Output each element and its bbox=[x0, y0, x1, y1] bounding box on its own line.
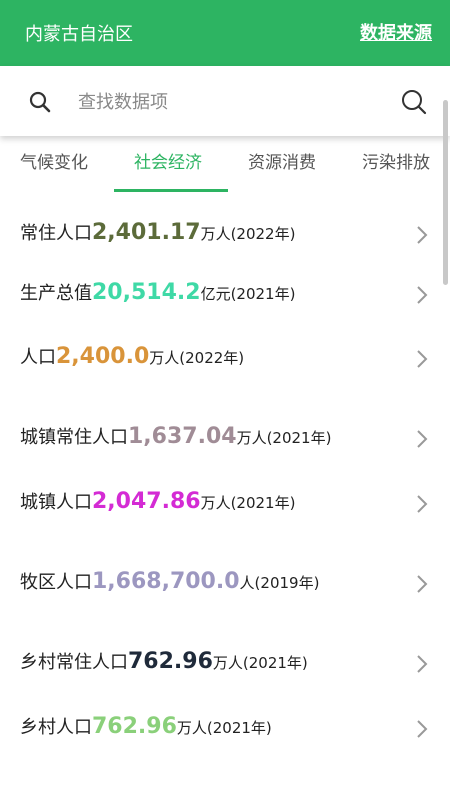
tab-pollution-emission[interactable]: 污染排放 bbox=[362, 148, 430, 173]
search-submit-icon[interactable] bbox=[400, 88, 428, 120]
search-icon bbox=[28, 90, 52, 118]
tab-resource-consumption[interactable]: 资源消费 bbox=[248, 148, 316, 173]
item-label: 人口 bbox=[20, 347, 56, 368]
data-source-link[interactable]: 数据来源 bbox=[360, 19, 432, 45]
item-value: 20,514.2 bbox=[92, 280, 201, 305]
search-bar bbox=[0, 66, 450, 136]
region-title: 内蒙古自治区 bbox=[25, 24, 133, 45]
list-item[interactable]: 乡村人口762.96万人(2021年) bbox=[20, 709, 440, 749]
item-label: 乡村常住人口 bbox=[20, 652, 128, 673]
list-item[interactable]: 乡村常住人口762.96万人(2021年) bbox=[20, 644, 440, 684]
active-tab-indicator bbox=[114, 189, 228, 192]
list-item[interactable]: 常住人口2,401.17万人(2022年) bbox=[20, 215, 440, 255]
item-label: 城镇人口 bbox=[20, 492, 92, 513]
item-value: 2,047.86 bbox=[92, 489, 201, 514]
item-value: 2,401.17 bbox=[92, 220, 201, 245]
list-item[interactable]: 牧区人口1,668,700.0人(2019年) bbox=[20, 564, 440, 604]
category-tabs: 气候变化 社会经济 资源消费 污染排放 bbox=[0, 138, 450, 194]
item-value: 1,668,700.0 bbox=[92, 569, 240, 594]
item-value: 762.96 bbox=[128, 649, 213, 674]
item-value: 762.96 bbox=[92, 714, 177, 739]
search-input[interactable] bbox=[76, 86, 380, 118]
chevron-right-icon bbox=[416, 225, 428, 249]
chevron-right-icon bbox=[416, 285, 428, 309]
item-unit: 万人(2021年) bbox=[200, 494, 296, 512]
item-unit: 万人(2021年) bbox=[176, 719, 272, 737]
item-unit: 万人(2022年) bbox=[149, 349, 245, 367]
app-header: 内蒙古自治区 数据来源 bbox=[0, 0, 450, 66]
item-unit: 万人(2021年) bbox=[212, 654, 308, 672]
list-item[interactable]: 人口2,400.0万人(2022年) bbox=[20, 339, 440, 379]
chevron-right-icon bbox=[416, 654, 428, 678]
item-label: 牧区人口 bbox=[20, 572, 92, 593]
item-unit: 人(2019年) bbox=[239, 574, 320, 592]
tab-climate-change[interactable]: 气候变化 bbox=[20, 148, 88, 173]
item-unit: 亿元(2021年) bbox=[200, 285, 296, 303]
item-label: 乡村人口 bbox=[20, 717, 92, 738]
item-label: 常住人口 bbox=[20, 223, 92, 244]
list-item[interactable]: 城镇常住人口1,637.04万人(2021年) bbox=[20, 419, 440, 459]
item-label: 生产总值 bbox=[20, 283, 92, 304]
item-label: 城镇常住人口 bbox=[20, 427, 128, 448]
item-unit: 万人(2022年) bbox=[200, 225, 296, 243]
tab-social-economy[interactable]: 社会经济 bbox=[134, 148, 202, 173]
chevron-right-icon bbox=[416, 719, 428, 743]
item-value: 1,637.04 bbox=[128, 424, 237, 449]
item-value: 2,400.0 bbox=[56, 344, 150, 369]
chevron-right-icon bbox=[416, 429, 428, 453]
chevron-right-icon bbox=[416, 494, 428, 518]
scrollbar[interactable] bbox=[443, 100, 448, 285]
chevron-right-icon bbox=[416, 574, 428, 598]
list-item[interactable]: 城镇人口2,047.86万人(2021年) bbox=[20, 484, 440, 524]
chevron-right-icon bbox=[416, 349, 428, 373]
list-item[interactable]: 生产总值20,514.2亿元(2021年) bbox=[20, 275, 440, 315]
item-unit: 万人(2021年) bbox=[236, 429, 332, 447]
